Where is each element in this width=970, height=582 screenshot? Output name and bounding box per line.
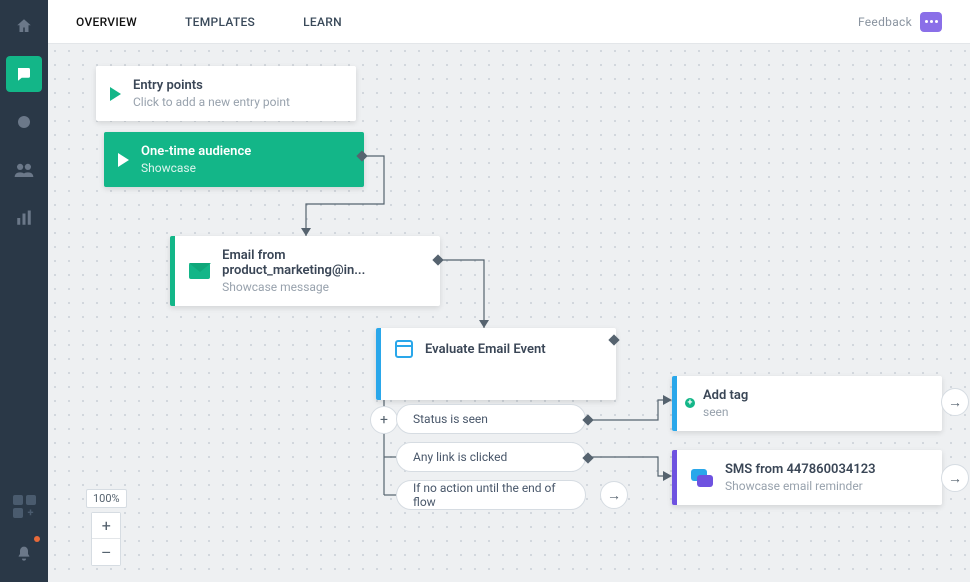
evaluate-title: Evaluate Email Event — [425, 342, 546, 357]
people-icon[interactable] — [6, 152, 42, 188]
apps-icon[interactable]: + — [6, 488, 42, 524]
play-icon — [110, 87, 121, 101]
zoom-in-button[interactable]: + — [92, 513, 120, 539]
branch-no-action[interactable]: If no action until the end of flow — [396, 480, 586, 510]
top-bar: OVERVIEW TEMPLATES LEARN Feedback — [48, 0, 970, 44]
zoom-level: 100% — [86, 489, 127, 508]
feedback-icon — [920, 12, 942, 32]
sms-sub: Showcase email reminder — [725, 479, 876, 493]
app-sidebar: + — [0, 0, 48, 582]
tab-learn[interactable]: LEARN — [303, 15, 342, 29]
branch-status-seen[interactable]: Status is seen — [396, 404, 586, 434]
zoom-controls: 100% + – — [86, 489, 127, 566]
sms-icon — [691, 469, 713, 487]
audience-sub: Showcase — [141, 161, 251, 175]
sms-card[interactable]: SMS from 447860034123 Showcase email rem… — [672, 450, 942, 505]
continue-button[interactable]: → — [941, 388, 969, 416]
add-branch-button[interactable]: + — [370, 406, 398, 434]
audience-icon[interactable] — [6, 104, 42, 140]
entry-points-card[interactable]: Entry points Click to add a new entry po… — [96, 66, 356, 121]
addtag-sub: seen — [703, 405, 748, 419]
continue-button[interactable]: → — [941, 464, 969, 492]
calendar-icon — [395, 340, 413, 358]
flow-canvas[interactable]: Entry points Click to add a new entry po… — [48, 44, 970, 582]
add-tag-card[interactable]: + Add tag seen — [672, 376, 942, 431]
entry-title: Entry points — [133, 78, 290, 93]
analytics-icon[interactable] — [6, 200, 42, 236]
email-sub: Showcase message — [222, 280, 424, 294]
email-card[interactable]: Email from product_marketing@in... Showc… — [170, 236, 440, 306]
continue-button[interactable]: → — [600, 481, 628, 509]
tab-templates[interactable]: TEMPLATES — [185, 15, 255, 29]
zoom-out-button[interactable]: – — [92, 539, 120, 565]
notifications-icon[interactable] — [6, 536, 42, 572]
play-icon — [118, 153, 129, 167]
branch-link-clicked[interactable]: Any link is clicked — [396, 442, 586, 472]
home-icon[interactable] — [6, 8, 42, 44]
entry-sub: Click to add a new entry point — [133, 95, 290, 109]
addtag-title: Add tag — [703, 388, 748, 403]
audience-title: One-time audience — [141, 144, 251, 159]
tab-overview[interactable]: OVERVIEW — [76, 15, 137, 29]
mail-icon — [189, 263, 210, 279]
notification-dot — [34, 536, 40, 542]
evaluate-card[interactable]: Evaluate Email Event — [376, 328, 616, 400]
feedback-label: Feedback — [858, 15, 912, 29]
feedback-link[interactable]: Feedback — [858, 12, 942, 32]
flows-icon[interactable] — [6, 56, 42, 92]
sms-title: SMS from 447860034123 — [725, 462, 876, 477]
email-title: Email from product_marketing@in... — [222, 248, 424, 278]
audience-card[interactable]: One-time audience Showcase — [104, 132, 364, 187]
main-area: OVERVIEW TEMPLATES LEARN Feedback — [48, 0, 970, 582]
